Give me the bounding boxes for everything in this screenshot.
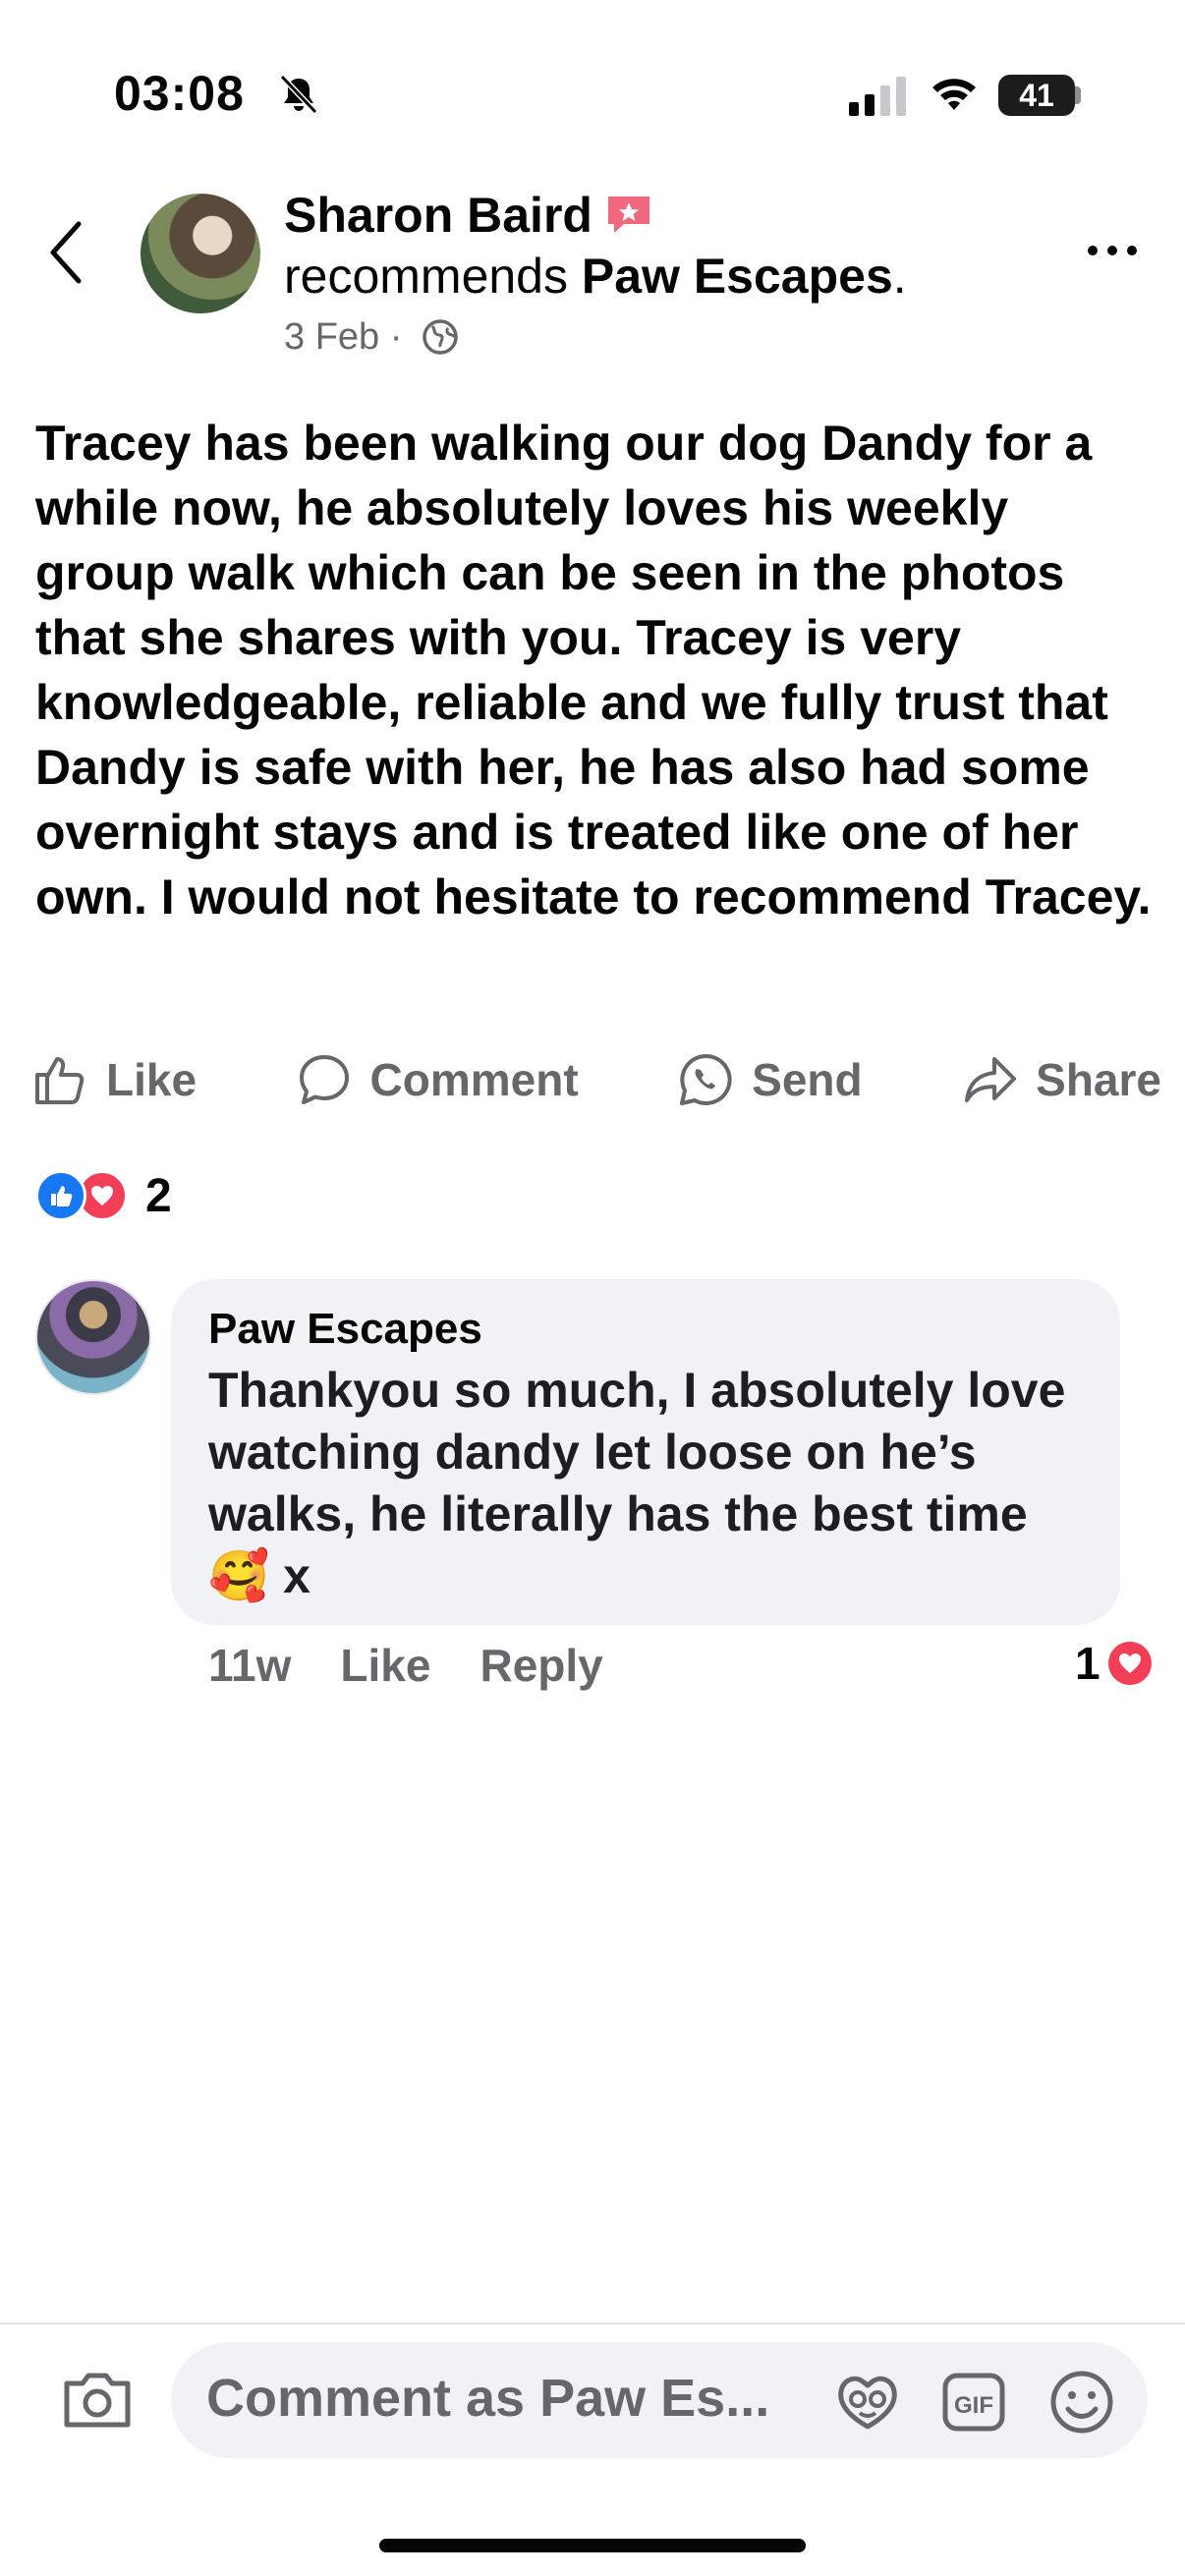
battery-level: 41: [1019, 78, 1054, 113]
author-name[interactable]: Sharon Baird: [284, 188, 592, 243]
status-time: 03:08: [114, 66, 245, 121]
recommendation-star-icon: [607, 196, 649, 233]
reactions-summary[interactable]: 2: [35, 1169, 172, 1222]
post-date[interactable]: 3 Feb ·: [284, 316, 402, 358]
recommends-prefix: recommends: [284, 249, 582, 304]
comment-reactions[interactable]: 1: [1075, 1637, 1152, 1690]
comment-label: Comment: [369, 1054, 579, 1105]
back-chevron-icon[interactable]: [43, 218, 90, 287]
comment-meta: 11w Like Reply: [208, 1639, 603, 1692]
comment-time: 11w: [208, 1640, 292, 1691]
send-button[interactable]: Send: [677, 1051, 863, 1108]
comment-author[interactable]: Paw Escapes: [208, 1305, 1083, 1354]
recommends-suffix: .: [892, 249, 907, 304]
gif-icon[interactable]: GIF: [941, 2370, 1006, 2435]
comment-reply-button[interactable]: Reply: [480, 1639, 602, 1692]
comment-bubble-icon: [299, 1055, 349, 1104]
composer-divider: [0, 2323, 1185, 2324]
send-label: Send: [752, 1054, 863, 1105]
author-avatar[interactable]: [141, 194, 260, 313]
comment-reaction-count: 1: [1075, 1638, 1100, 1689]
comment-text: Thankyou so much, I absolutely love watc…: [208, 1363, 1066, 1603]
like-button[interactable]: Like: [31, 1051, 197, 1108]
recommends-line: recommends Paw Escapes.: [284, 248, 907, 305]
post-body-text: Tracey has been walking our dog Dandy fo…: [35, 416, 1152, 924]
post-meta: 3 Feb ·: [284, 316, 460, 359]
comment-button[interactable]: Comment: [296, 1051, 579, 1108]
commenter-avatar[interactable]: [35, 1279, 151, 1395]
cell-signal-icon: [849, 77, 906, 116]
thumbs-up-icon: [35, 1057, 85, 1104]
author-name-line: Sharon Baird: [284, 187, 653, 244]
share-arrow-icon: [965, 1057, 1017, 1102]
comment-input-placeholder: Comment as Paw Es...: [206, 2369, 770, 2428]
love-reaction-icon: [1107, 1642, 1152, 1685]
wifi-icon: [932, 79, 976, 110]
share-label: Share: [1036, 1054, 1161, 1105]
battery-cap: [1075, 86, 1081, 104]
like-label: Like: [106, 1054, 198, 1105]
battery-indicator: 41: [998, 75, 1075, 116]
like-reaction-icon: [35, 1170, 86, 1221]
more-options-icon[interactable]: [1085, 234, 1140, 267]
home-indicator[interactable]: [379, 2539, 806, 2552]
whatsapp-icon: [680, 1053, 732, 1105]
bell-muted-icon: [279, 74, 318, 115]
camera-icon[interactable]: [61, 2370, 134, 2431]
reaction-count: 2: [145, 1169, 172, 1222]
share-button[interactable]: Share: [961, 1051, 1161, 1108]
globe-icon: [423, 319, 458, 355]
comment-bubble: Paw Escapes Thankyou so much, I absolute…: [171, 1279, 1120, 1625]
emoji-icon[interactable]: [1047, 2368, 1116, 2436]
avatar-sticker-icon[interactable]: [833, 2368, 902, 2435]
comment-like-button[interactable]: Like: [340, 1639, 430, 1692]
svg-text:GIF: GIF: [954, 2392, 993, 2419]
page-name-link[interactable]: Paw Escapes: [582, 249, 893, 304]
post-action-bar: Like Comment Send Share: [31, 1045, 1161, 1114]
